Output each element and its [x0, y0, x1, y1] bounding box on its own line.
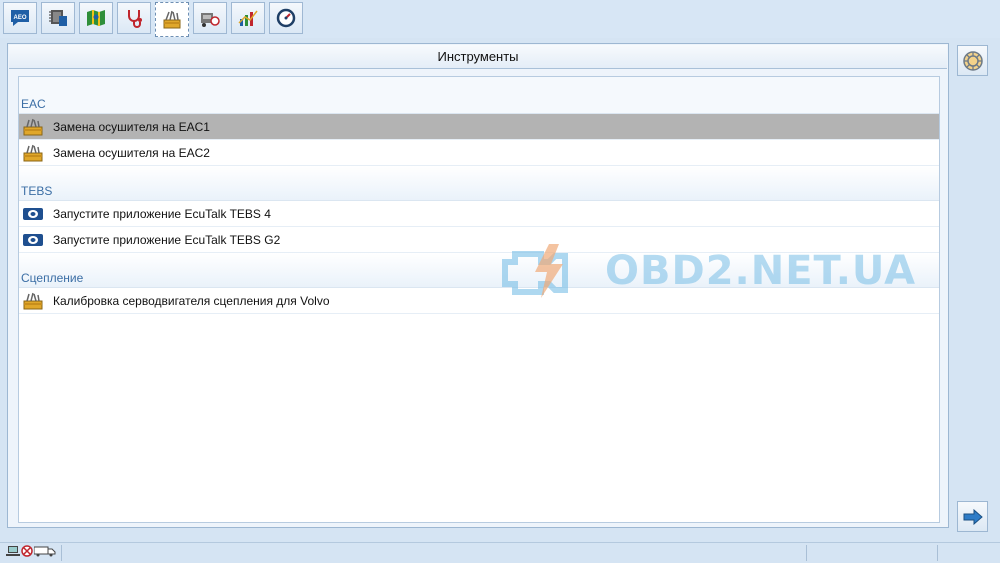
toolbox-icon	[21, 117, 45, 137]
list-item[interactable]: Замена осушителя на EAC1	[19, 114, 939, 140]
list-item[interactable]: Запустите приложение EcuTalk TEBS G2	[19, 227, 939, 253]
toolbox-icon	[21, 143, 45, 163]
list-item-label: Запустите приложение EcuTalk TEBS 4	[53, 206, 271, 221]
aeo-speech-icon: AEO	[11, 10, 29, 26]
svg-text:AEO: AEO	[13, 15, 26, 21]
settings-button[interactable]	[957, 45, 988, 76]
list-item-label: Замена осушителя на EAC2	[53, 145, 210, 160]
truck-icon	[34, 546, 56, 557]
laptop-icon	[6, 546, 20, 556]
ecutalk-icon	[21, 204, 45, 224]
list-item[interactable]: Калибровка серводвигателя сцепления для …	[19, 288, 939, 314]
gauge-icon	[276, 8, 296, 28]
status-separator	[937, 545, 938, 561]
list-item[interactable]: Замена осушителя на EAC2	[19, 140, 939, 166]
panel-title: Инструменты	[9, 45, 947, 69]
tab-chart[interactable]	[231, 2, 265, 34]
status-separator	[61, 545, 62, 561]
list-item[interactable]: Запустите приложение EcuTalk TEBS 4	[19, 201, 939, 227]
arrow-right-icon	[963, 508, 983, 525]
toolbar: AEO	[0, 0, 1000, 38]
group-header-eac: EAC	[19, 77, 939, 114]
tab-ecu[interactable]	[41, 2, 75, 34]
list-item-label: Замена осушителя на EAC1	[53, 119, 210, 134]
settings-wheel-icon	[962, 50, 983, 71]
status-separator	[806, 545, 807, 561]
tab-aeo[interactable]: AEO	[3, 2, 37, 34]
disconnected-icon	[21, 545, 33, 557]
list-item-label: Запустите приложение EcuTalk TEBS G2	[53, 232, 281, 247]
vehicle-settings-icon	[201, 13, 220, 27]
tools-panel: Инструменты EAC Замена осушителя на EAC1…	[7, 43, 949, 528]
tab-map[interactable]	[79, 2, 113, 34]
group-header-tebs: TEBS	[19, 166, 939, 201]
map-icon	[87, 10, 105, 26]
ecutalk-icon	[21, 230, 45, 250]
list-item-label: Калибровка серводвигателя сцепления для …	[53, 293, 330, 308]
tab-gauge[interactable]	[269, 2, 303, 34]
stethoscope-icon	[128, 10, 142, 28]
tools-list: EAC Замена осушителя на EAC1 Замена осуш…	[18, 76, 940, 523]
ecu-chip-icon	[49, 10, 67, 26]
toolbox-icon	[163, 10, 181, 28]
tab-diagnostics[interactable]	[117, 2, 151, 34]
bar-chart-icon	[238, 10, 258, 26]
group-header-clutch: Сцепление	[19, 253, 939, 288]
status-bar	[0, 542, 1000, 563]
toolbox-icon	[21, 291, 45, 311]
next-button[interactable]	[957, 501, 988, 532]
tab-tools[interactable]	[155, 2, 189, 37]
tab-vehicle[interactable]	[193, 2, 227, 34]
